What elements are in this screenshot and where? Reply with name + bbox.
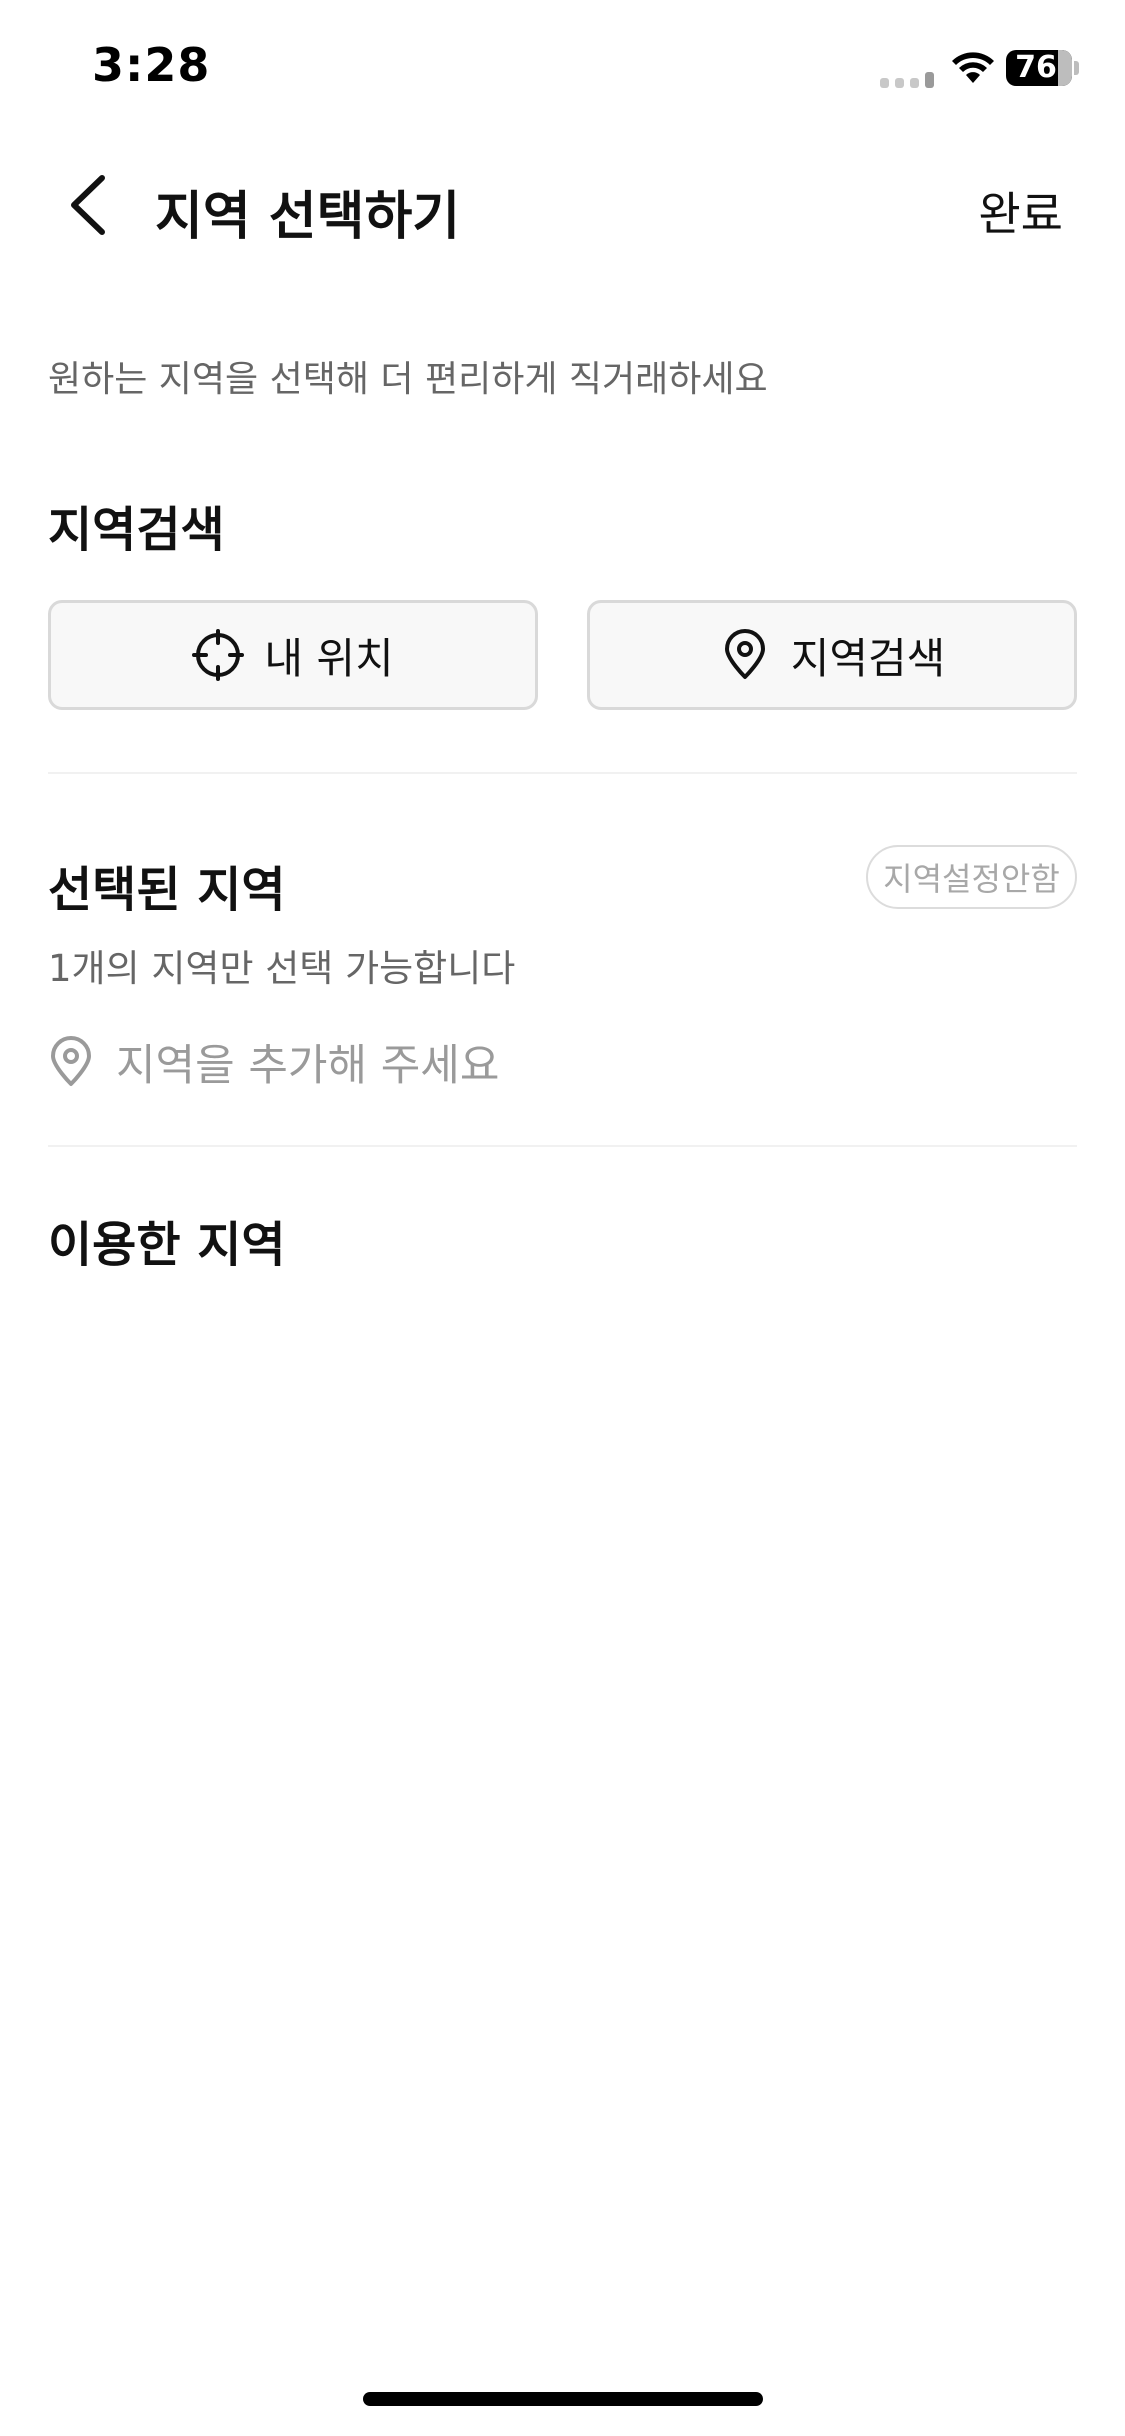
status-time: 3:28 [92,38,211,92]
no-region-setting-button[interactable]: 지역설정안함 [866,845,1077,909]
section-divider [48,772,1077,774]
map-pin-icon [51,1036,91,1086]
selection-limit-text: 1개의 지역만 선택 가능합니다 [48,947,516,990]
battery-icon: 76 [1006,50,1079,86]
my-location-label: 내 위치 [264,633,394,683]
map-pin-icon [724,629,765,679]
region-search-heading: 지역검색 [48,502,225,558]
my-location-button[interactable]: 내 위치 [48,600,538,710]
nav-header: 지역 선택하기 완료 [0,150,1125,260]
back-button[interactable] [60,170,120,240]
page-title: 지역 선택하기 [155,187,461,247]
region-search-label: 지역검색 [790,633,946,683]
add-region-placeholder: 지역을 추가해 주세요 [116,1041,500,1091]
page-description: 원하는 지역을 선택해 더 편리하게 직거래하세요 [48,359,768,400]
crosshair-icon [192,629,245,681]
cellular-signal-icon [880,72,934,88]
home-indicator[interactable] [363,2392,763,2406]
used-regions-heading: 이용한 지역 [48,1217,286,1273]
search-button-row: 내 위치 지역검색 [48,600,1077,710]
region-search-button[interactable]: 지역검색 [587,600,1077,710]
chevron-left-icon [71,175,105,235]
section-divider [48,1145,1077,1147]
status-bar: 3:28 76 [0,0,1125,135]
add-region-row[interactable]: 지역을 추가해 주세요 [48,1030,499,1094]
wifi-icon [952,52,994,83]
done-button[interactable]: 완료 [978,178,1063,244]
selected-region-heading: 선택된 지역 [48,862,286,918]
battery-level: 76 [1015,50,1057,85]
